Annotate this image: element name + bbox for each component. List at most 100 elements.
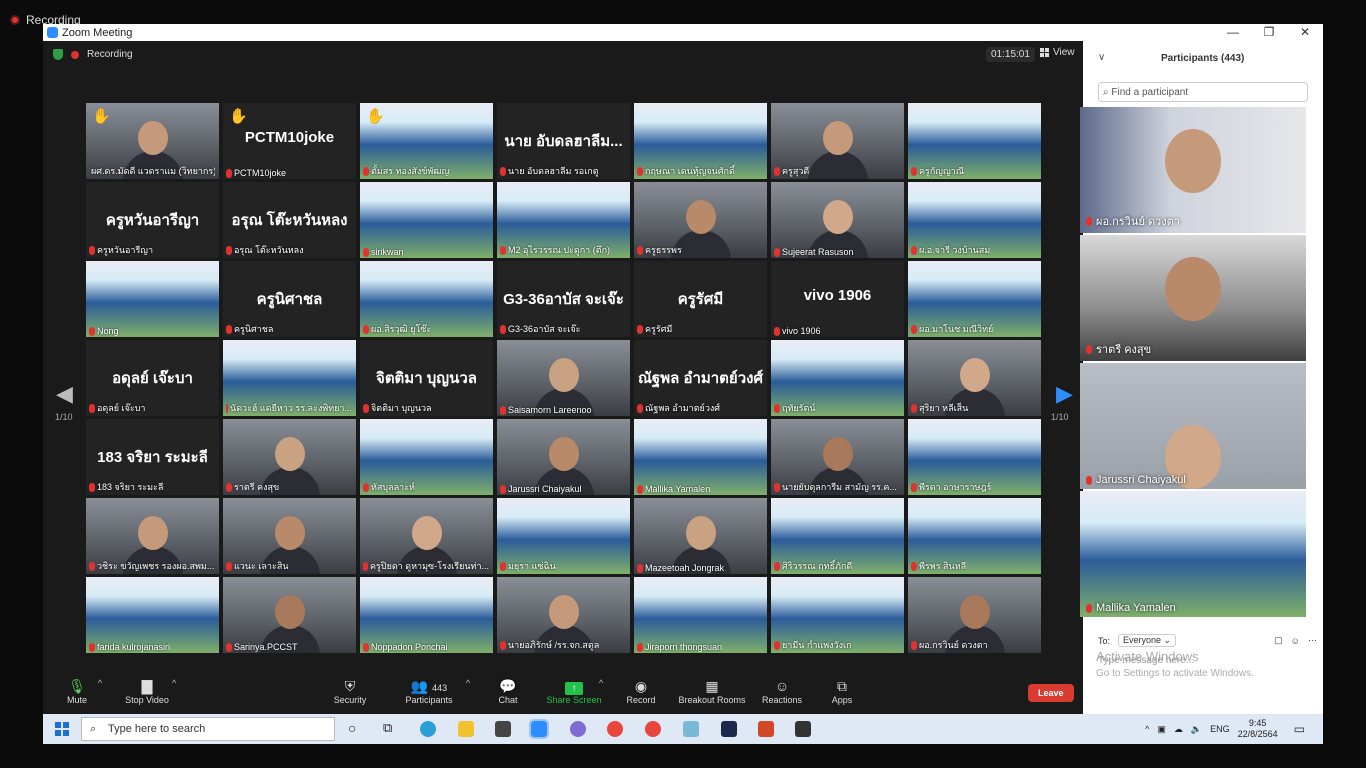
participant-search-input[interactable]: ⌕ Find a participant (1098, 82, 1308, 102)
chrome-profile-icon[interactable] (645, 721, 661, 737)
network-icon[interactable]: ▣ (1157, 724, 1166, 735)
participant-tile[interactable]: Mazeetoah Jongrak (634, 498, 767, 574)
participant-tile[interactable]: ฤทัยรัตน์ (771, 340, 904, 416)
participant-tile[interactable]: พีรดา อาษาราษฎร์ (908, 419, 1041, 495)
participant-tile[interactable]: นายยับดุลการีม สามัญ รร.ค... (771, 419, 904, 495)
edge-icon[interactable] (420, 721, 436, 737)
participant-tile[interactable]: M2 อุไรวรรณ ปะดูกา (ตึก) (497, 182, 630, 258)
chat-button[interactable]: 💬 Chat (496, 677, 520, 705)
share-screen-button[interactable]: ↑ Share Screen (546, 677, 602, 705)
participant-tile[interactable]: กฤษณา เดนทุ้ญจนศักดิ์ (634, 103, 767, 179)
taskbar-search-input[interactable]: ⌕ Type here to search (81, 717, 335, 741)
participant-tile[interactable]: ✋ ตั้มสร ทองสังข์พัฒญ (360, 103, 493, 179)
pinned-video-tile[interactable]: ราตรี คงสุข (1080, 235, 1306, 361)
notification-icon[interactable]: ▭ (1294, 722, 1305, 736)
participant-tile[interactable]: ✋ ผศ.ดร.มัดดี แวดราแม (วิทยากร) (86, 103, 219, 179)
more-options-icon[interactable]: ⋯ (1308, 635, 1317, 646)
participant-tile[interactable]: ครูธรรพร (634, 182, 767, 258)
obs-icon[interactable] (721, 721, 737, 737)
task-view-icon[interactable]: ⧉ (383, 720, 392, 736)
minimize-button[interactable]: — (1215, 24, 1251, 41)
leave-button[interactable]: Leave (1028, 684, 1074, 702)
clock[interactable]: 9:45 22/8/2564 (1238, 718, 1278, 740)
participant-tile[interactable]: จิตติมา บุญนวล จิตติมา บุญนวล (360, 340, 493, 416)
reactions-button[interactable]: ☺ Reactions (761, 677, 803, 705)
participant-tile[interactable]: ครูปิยดา ดูหามุซ-โรงเรียนท่า... (360, 498, 493, 574)
participant-tile[interactable]: อดุลย์ เจ๊ะบา อดุลย์ เจ๊ะบา (86, 340, 219, 416)
participant-tile[interactable]: PCTM10joke ✋ PCTM10joke (223, 103, 356, 179)
participant-tile[interactable]: สุริยา หลีเส็น (908, 340, 1041, 416)
participant-tile[interactable]: ยามีน กำแพงวังเก (771, 577, 904, 653)
participant-tile[interactable]: vivo 1906 vivo 1906 (771, 261, 904, 337)
participant-tile[interactable]: Noppadon Ponchai (360, 577, 493, 653)
file-icon[interactable]: ▢ (1274, 635, 1283, 646)
windows-start-icon[interactable] (55, 722, 69, 736)
cortana-icon[interactable]: ○ (348, 720, 356, 736)
restore-button[interactable]: ❐ (1251, 24, 1287, 41)
participant-tile[interactable]: farida kulrojanasiri (86, 577, 219, 653)
powerpoint-icon[interactable] (758, 721, 774, 737)
cloud-icon[interactable]: ☁ (1174, 724, 1183, 735)
participant-tile[interactable]: Mallika Yamalen (634, 419, 767, 495)
participant-tile[interactable]: ครูหวันอารีญา ครูหวันอารีญา (86, 182, 219, 258)
zoom-taskbar-icon[interactable] (529, 719, 549, 739)
pinned-video-tile[interactable]: Mallika Yamalen (1080, 491, 1306, 617)
media-app-icon[interactable] (795, 721, 811, 737)
mute-button[interactable]: 🎙 Mute (64, 677, 90, 705)
participant-tile[interactable]: นายอภิรักษ์ /รร.จก.สตูล (497, 577, 630, 653)
language-indicator[interactable]: ENG (1210, 724, 1230, 734)
participants-button[interactable]: 👥 443 Participants (401, 677, 457, 705)
participant-tile[interactable]: วชิระ ขวัญเพชร รองผอ.สพม... (86, 498, 219, 574)
participant-tile[interactable]: ผ.อ.จารี วงบ้านสม (908, 182, 1041, 258)
message-input[interactable]: Type message here... (1098, 655, 1194, 666)
collapse-chevron-icon[interactable]: ∨ (1098, 52, 1105, 63)
mail-icon[interactable] (495, 721, 511, 737)
stop-video-button[interactable]: ▇ Stop Video (121, 677, 173, 705)
participant-tile[interactable]: ครูสุวดี (771, 103, 904, 179)
audio-options-caret-icon[interactable]: ^ (98, 678, 102, 688)
participant-tile[interactable]: Jarussri Chaiyakul (497, 419, 630, 495)
tray-expand-icon[interactable]: ^ (1145, 724, 1149, 734)
view-button[interactable]: View (1040, 47, 1075, 58)
participant-tile[interactable]: พีรพร สินหลี (908, 498, 1041, 574)
previous-page-arrow-icon[interactable]: ◀ (56, 381, 73, 407)
participant-tile[interactable]: หัสบุลลาะห์ (360, 419, 493, 495)
share-options-caret-icon[interactable]: ^ (599, 678, 603, 688)
participant-tile[interactable]: G3-36อาบัส จะเจ๊ะ G3-36อาบัส จะเจ๊ะ (497, 261, 630, 337)
security-button[interactable]: ⛨ Security (331, 677, 369, 705)
participant-tile[interactable]: ครูกัญญาณี (908, 103, 1041, 179)
next-page-arrow-icon[interactable]: ▶ (1056, 381, 1073, 407)
participant-tile[interactable]: ผอ.มาโนช มณีวิทย์ (908, 261, 1041, 337)
participant-tile[interactable]: ศิริวรรณ ฤทธิ์ภักดี (771, 498, 904, 574)
participant-tile[interactable]: นัดวะฮ์ แดยีหาว รร.ละงพิทยา... (223, 340, 356, 416)
record-button[interactable]: ◉ Record (626, 677, 656, 705)
emoji-icon[interactable]: ☺ (1291, 636, 1300, 646)
recipient-select[interactable]: Everyone ⌄ (1118, 634, 1177, 647)
chrome-icon[interactable] (607, 721, 623, 737)
apps-button[interactable]: ⧉ Apps (830, 677, 854, 705)
participant-tile[interactable]: นาย อับดลฮาลีม... นาย อับดลฮาลีม รอเกตู (497, 103, 630, 179)
participant-tile[interactable]: ครูรัศมี ครูรัศมี (634, 261, 767, 337)
participants-options-caret-icon[interactable]: ^ (466, 678, 470, 688)
participant-tile[interactable]: Sarinya.PCCST (223, 577, 356, 653)
participant-tile[interactable]: มยุรา แซ่ฉิน (497, 498, 630, 574)
app-icon[interactable] (683, 721, 699, 737)
encryption-shield-icon[interactable] (53, 49, 63, 60)
participant-tile[interactable]: ครูนิศาชล ครูนิศาชล (223, 261, 356, 337)
participant-tile[interactable]: Jiraporn thongsuan (634, 577, 767, 653)
participant-tile[interactable]: Saisamorn Lareenoo (497, 340, 630, 416)
participant-tile[interactable]: ณัฐพล อำมาตย์วงศ์ ณัฐพล อำมาตย์วงศ์ (634, 340, 767, 416)
volume-icon[interactable]: 🔈 (1191, 724, 1202, 735)
participant-tile[interactable]: ราตรี คงสุข (223, 419, 356, 495)
video-options-caret-icon[interactable]: ^ (172, 678, 176, 688)
pinned-video-tile[interactable]: ผอ.กรวินย์ ดวงตา (1080, 107, 1306, 233)
breakout-rooms-button[interactable]: ▦ Breakout Rooms (677, 677, 747, 705)
participant-tile[interactable]: ผอ.สิรวุฒิ ยูโซ๊ะ (360, 261, 493, 337)
audio-app-icon[interactable] (570, 721, 586, 737)
participant-tile[interactable]: sirikwan (360, 182, 493, 258)
participant-tile[interactable]: Nong (86, 261, 219, 337)
participant-tile[interactable]: Sujeerat Rasuson (771, 182, 904, 258)
participant-tile[interactable]: 183 จริยา ระมะลี 183 จริยา ระมะลี (86, 419, 219, 495)
file-explorer-icon[interactable] (458, 721, 474, 737)
participant-tile[interactable]: ผอ.กรวินย์ ดวงตา (908, 577, 1041, 653)
